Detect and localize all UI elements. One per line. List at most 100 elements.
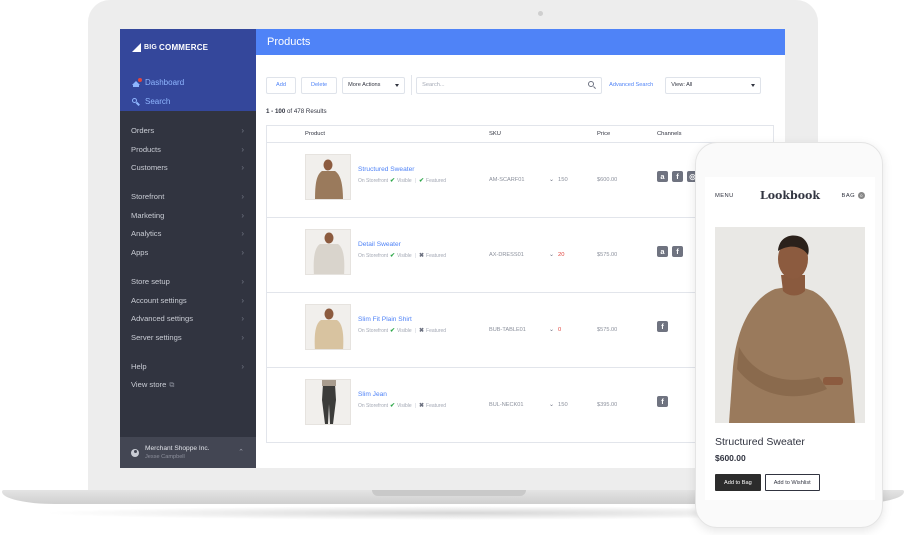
- chevron-right-icon: ›: [241, 332, 244, 342]
- caret-down-icon: [751, 83, 756, 87]
- bigcommerce-logo[interactable]: BIG COMMERCE: [132, 43, 208, 52]
- sidebar-item-advanced-settings[interactable]: Advanced settings ›: [120, 309, 256, 328]
- advanced-search-link[interactable]: Advanced Search: [609, 82, 653, 88]
- cross-icon: ✖: [419, 328, 425, 334]
- product-status: On Storefront ✔ Visible | ✔ Featured: [358, 177, 446, 185]
- search-icon: [132, 97, 140, 106]
- chevron-up-icon: ⌃: [238, 449, 244, 456]
- search-icon[interactable]: [588, 81, 597, 90]
- sidebar-item-label: Dashboard: [145, 78, 185, 87]
- chevron-right-icon: ›: [241, 210, 244, 220]
- bag-label: BAG: [841, 192, 855, 199]
- product-name-link[interactable]: Slim Jean: [358, 391, 387, 398]
- view-filter-dropdown[interactable]: View: All: [665, 76, 762, 94]
- sidebar-item-account-settings[interactable]: Account settings ›: [120, 291, 256, 310]
- sidebar-item-view-store[interactable]: View store ⧉: [120, 376, 256, 395]
- facebook-icon[interactable]: f: [672, 171, 683, 182]
- chevron-right-icon: ›: [241, 247, 244, 257]
- on-storefront-label: On Storefront: [358, 252, 389, 259]
- external-link-icon: ⧉: [169, 382, 175, 390]
- column-header-sku[interactable]: SKU: [489, 131, 501, 137]
- stock-level[interactable]: ⌄ 150: [549, 176, 568, 184]
- product-name-link[interactable]: Structured Sweater: [358, 166, 414, 173]
- chevron-right-icon: ›: [241, 361, 244, 371]
- user-name: Jesse Campbell: [145, 453, 185, 460]
- store-name: Merchant Shoppe Inc.: [145, 444, 210, 452]
- toolbar: Add Delete More Actions Search... Advanc…: [266, 75, 762, 95]
- nav-group-help: Help › View store ⧉: [120, 357, 256, 394]
- amazon-icon[interactable]: a: [657, 171, 668, 182]
- add-button[interactable]: Add: [266, 76, 296, 94]
- chevron-right-icon: ›: [241, 163, 244, 173]
- product-price-cell: $575.00: [597, 327, 618, 333]
- channel-icons: af: [657, 246, 683, 257]
- facebook-icon[interactable]: f: [672, 246, 683, 257]
- model-in-sweater-image: [715, 227, 865, 423]
- nav-group-commerce: Orders › Products › Customers ›: [120, 121, 256, 177]
- visible-label: Visible: [397, 327, 412, 334]
- sidebar-item-customers[interactable]: Customers ›: [120, 158, 256, 177]
- stock-level[interactable]: ⌄ 20: [549, 251, 565, 259]
- channel-icons: f: [657, 396, 668, 407]
- column-header-price[interactable]: Price: [597, 131, 610, 137]
- sidebar-item-apps[interactable]: Apps ›: [120, 243, 256, 262]
- toolbar-divider: [411, 75, 413, 95]
- cross-icon: ✖: [419, 253, 425, 259]
- account-switcher[interactable]: Merchant Shoppe Inc. Jesse Campbell ⌃: [120, 437, 256, 468]
- product-sku: BUB-TABLE01: [489, 327, 526, 333]
- stock-level[interactable]: ⌄ 150: [549, 401, 568, 409]
- featured-label: Featured: [426, 402, 447, 409]
- search-input[interactable]: Search...: [416, 76, 603, 94]
- product-name-link[interactable]: Detail Sweater: [358, 241, 401, 248]
- stock-level[interactable]: ⌄ 0: [549, 326, 561, 334]
- add-to-wishlist-button[interactable]: Add to Wishlist: [764, 474, 820, 491]
- sidebar-item-server-settings[interactable]: Server settings ›: [120, 328, 256, 347]
- sidebar-item-dashboard[interactable]: Dashboard: [132, 77, 185, 87]
- product-thumbnail[interactable]: [305, 379, 351, 425]
- check-icon: ✔: [390, 178, 396, 184]
- phone-device: MENU Lookbook BAG 0 Structured Sweater $…: [695, 142, 883, 528]
- amazon-icon[interactable]: a: [657, 246, 668, 257]
- product-thumbnail[interactable]: [305, 304, 351, 350]
- sidebar-item-help[interactable]: Help ›: [120, 357, 256, 376]
- product-status: On Storefront ✔ Visible | ✖ Featured: [358, 402, 447, 410]
- check-icon: ✔: [390, 328, 396, 334]
- sidebar-item-analytics[interactable]: Analytics ›: [120, 224, 256, 243]
- sidebar-item-marketing[interactable]: Marketing ›: [120, 206, 256, 225]
- on-storefront-label: On Storefront: [358, 177, 389, 184]
- device-mockup: BIG COMMERCE Dashboard Search Orders › Pro…: [0, 0, 906, 535]
- laptop-notch: [372, 490, 526, 496]
- product-sku: AM-SCARF01: [489, 177, 525, 183]
- product-name-link[interactable]: Slim Fit Plain Shirt: [358, 316, 412, 323]
- stock-value: 150: [558, 401, 568, 408]
- product-price: $600.00: [715, 453, 746, 463]
- check-icon: ✔: [419, 178, 425, 184]
- bag-button[interactable]: BAG 0: [842, 192, 865, 199]
- user-icon: [131, 448, 139, 457]
- product-title: Structured Sweater: [715, 436, 805, 448]
- stock-value: 20: [558, 251, 565, 258]
- channel-icons: f: [657, 321, 668, 332]
- sidebar-item-storefront[interactable]: Storefront ›: [120, 187, 256, 206]
- facebook-icon[interactable]: f: [657, 396, 668, 407]
- product-thumbnail[interactable]: [305, 154, 351, 200]
- chevron-right-icon: ›: [241, 276, 244, 286]
- chevron-down-icon: ⌄: [549, 252, 555, 258]
- delete-button[interactable]: Delete: [300, 76, 338, 94]
- sidebar-item-products[interactable]: Products ›: [120, 140, 256, 159]
- more-actions-dropdown[interactable]: More Actions: [342, 76, 406, 94]
- facebook-icon[interactable]: f: [657, 321, 668, 332]
- divider: |: [414, 327, 416, 334]
- add-to-bag-button[interactable]: Add to Bag: [715, 474, 761, 491]
- sidebar-item-orders[interactable]: Orders ›: [120, 121, 256, 140]
- sidebar-item-search[interactable]: Search: [132, 97, 170, 106]
- page-title: Products: [256, 29, 785, 55]
- stock-value: 150: [558, 176, 568, 183]
- product-sku: AX-DRESS01: [489, 252, 524, 258]
- column-header-product[interactable]: Product: [305, 131, 325, 137]
- sidebar-item-store-setup[interactable]: Store setup ›: [120, 272, 256, 291]
- product-thumbnail[interactable]: [305, 229, 351, 275]
- divider: |: [414, 402, 416, 409]
- chevron-right-icon: ›: [241, 295, 244, 305]
- chevron-right-icon: ›: [241, 125, 244, 135]
